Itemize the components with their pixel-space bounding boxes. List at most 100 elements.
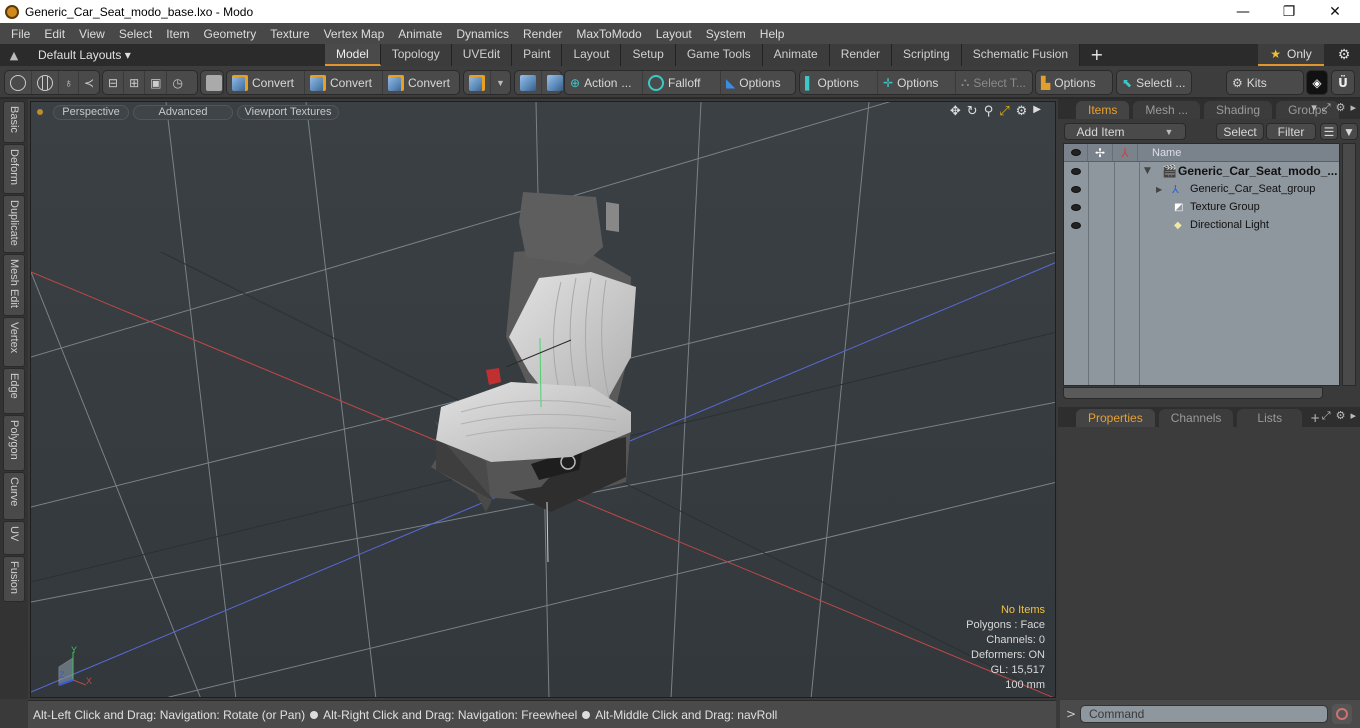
rotate-icon[interactable]: ↻ — [967, 104, 978, 119]
tab-render[interactable]: Render — [829, 44, 893, 66]
sidebar-tab-edge[interactable]: Edge — [3, 368, 25, 414]
close-button[interactable]: ✕ — [1312, 0, 1358, 23]
tab-scripting[interactable]: Scripting — [892, 44, 962, 66]
eye-icon[interactable] — [1071, 185, 1081, 193]
menu-edit[interactable]: Edit — [37, 27, 72, 41]
kits-button[interactable]: ⚙ Kits — [1227, 71, 1272, 94]
panel-arrow-icon[interactable]: ▸ — [1350, 101, 1356, 115]
pivot-mode-button[interactable]: ▣ — [145, 71, 168, 94]
tab-game-tools[interactable]: Game Tools — [675, 44, 763, 66]
name-column-header[interactable]: Name — [1138, 144, 1181, 161]
viewport-gear-icon[interactable]: ⚙ — [1016, 104, 1028, 119]
menu-maxtomodo[interactable]: MaxToModo — [569, 27, 648, 41]
convert-preset-button[interactable] — [464, 71, 491, 94]
panel-menu-icon[interactable]: ▾ — [1311, 101, 1317, 115]
menu-system[interactable]: System — [699, 27, 753, 41]
maximize-button[interactable]: ❐ — [1266, 0, 1312, 23]
panel-gear-icon[interactable]: ⚙ — [1336, 409, 1346, 423]
panel-arrow-icon[interactable]: ▸ — [1350, 409, 1356, 423]
tree-row-scene[interactable]: ▼ 🎬 Generic_Car_Seat_modo_... — [1064, 162, 1339, 180]
gear-icon[interactable]: ⚙ — [1330, 44, 1358, 66]
zoom-icon[interactable]: ⚲ — [984, 104, 994, 119]
convert-button-3[interactable]: Convert — [383, 71, 459, 94]
advanced-shading-button[interactable]: Advanced — [133, 104, 233, 120]
lock-column-icon[interactable]: ✢ — [1088, 144, 1113, 161]
sidebar-tab-deform[interactable]: Deform — [3, 144, 25, 194]
tab-schematic-fusion[interactable]: Schematic Fusion — [961, 44, 1081, 66]
sidebar-tab-polygon[interactable]: Polygon — [3, 415, 25, 471]
command-input[interactable]: Command — [1080, 705, 1328, 723]
action-center-button[interactable]: ⊕ Action... — [565, 71, 643, 94]
menu-layout[interactable]: Layout — [649, 27, 699, 41]
sidebar-tab-mesh-edit[interactable]: Mesh Edit — [3, 254, 25, 316]
workplane-button[interactable] — [515, 71, 542, 94]
vertices-mode-button[interactable] — [5, 71, 32, 94]
record-macro-button[interactable] — [1332, 704, 1352, 724]
options-button-3[interactable]: ✛ Options — [878, 71, 956, 94]
pen-mode-button[interactable]: ♁ — [59, 71, 79, 94]
add-tab-button[interactable]: + — [1310, 409, 1320, 427]
menu-texture[interactable]: Texture — [263, 27, 316, 41]
expand-triangle-icon[interactable]: ▶ — [1156, 185, 1162, 194]
menu-animate[interactable]: Animate — [391, 27, 449, 41]
tab-mesh[interactable]: Mesh ... — [1133, 101, 1201, 119]
tab-uvedit[interactable]: UVEdit — [451, 44, 513, 66]
expand-panel-icon[interactable]: ⤢ — [1322, 101, 1331, 115]
tree-row-light[interactable]: ◆ Directional Light — [1064, 216, 1339, 234]
perspective-button[interactable]: Perspective — [53, 104, 129, 120]
axis-column-icon[interactable]: ⅄ — [1113, 144, 1138, 161]
convert-button-1[interactable]: Convert — [227, 71, 305, 94]
collapse-up-icon[interactable]: ▲ — [0, 49, 28, 62]
unity-button[interactable]: ◈ — [1306, 70, 1328, 95]
default-layouts-dropdown[interactable]: Default Layouts ▾ — [38, 48, 131, 62]
tab-paint[interactable]: Paint — [512, 44, 563, 66]
items-mode-button[interactable]: ⊟ — [103, 71, 125, 94]
menu-file[interactable]: File — [4, 27, 37, 41]
center-mode-button[interactable]: ◷ — [167, 71, 187, 94]
viewport-menu-dot[interactable] — [37, 109, 43, 115]
menu-dynamics[interactable]: Dynamics — [449, 27, 516, 41]
tab-channels[interactable]: Channels — [1158, 409, 1234, 427]
filter-button[interactable]: Filter — [1266, 123, 1316, 140]
tab-items[interactable]: Items — [1076, 101, 1130, 119]
add-tab-button[interactable]: + — [1080, 44, 1113, 66]
funnel-filter-icon[interactable]: ▼ — [1340, 123, 1358, 140]
sidebar-tab-fusion[interactable]: Fusion — [3, 556, 25, 602]
sidebar-tab-curve[interactable]: Curve — [3, 472, 25, 520]
materials-mode-button[interactable]: ⊞ — [124, 71, 146, 94]
tree-row-texture[interactable]: ◩ Texture Group — [1064, 198, 1339, 216]
eye-icon[interactable] — [1071, 167, 1081, 175]
falloff-button[interactable]: Falloff — [643, 71, 721, 94]
list-options-icon[interactable]: ☰ — [1320, 123, 1338, 140]
menu-select[interactable]: Select — [112, 27, 159, 41]
maximize-viewport-icon[interactable]: ⤢ — [999, 104, 1009, 119]
tab-animate[interactable]: Animate — [762, 44, 830, 66]
add-item-button[interactable]: Add Item ▼ — [1064, 123, 1186, 140]
tree-row-group[interactable]: ▶ ⅄ Generic_Car_Seat_group — [1064, 180, 1339, 198]
menu-help[interactable]: Help — [753, 27, 792, 41]
collapse-triangle-icon[interactable]: ▼ — [1144, 166, 1151, 176]
options-button-1[interactable]: ◣ Options — [721, 71, 795, 94]
tab-model[interactable]: Model — [325, 44, 381, 66]
sidebar-tab-uv[interactable]: UV — [3, 521, 25, 555]
tab-topology[interactable]: Topology — [380, 44, 452, 66]
selection-sets-button[interactable]: ⬉ Selecti ... — [1117, 71, 1190, 94]
sidebar-tab-duplicate[interactable]: Duplicate — [3, 195, 25, 253]
only-toggle[interactable]: ★ Only — [1258, 44, 1324, 66]
expand-panel-icon[interactable]: ⤢ — [1322, 409, 1331, 423]
solid-cube-button[interactable] — [201, 71, 227, 94]
viewport-arrow-icon[interactable]: ▶ — [1033, 104, 1041, 119]
vertical-scrollbar[interactable] — [1342, 143, 1356, 386]
tab-properties[interactable]: Properties — [1076, 409, 1155, 427]
sidebar-tab-basic[interactable]: Basic — [3, 101, 25, 143]
pan-icon[interactable]: ✥ — [950, 104, 961, 119]
convert-button-2[interactable]: Convert — [305, 71, 383, 94]
chevron-down-icon[interactable]: ▼ — [491, 71, 510, 94]
polygon-mode-button[interactable]: ≺ — [79, 71, 99, 94]
menu-view[interactable]: View — [72, 27, 112, 41]
tab-lists[interactable]: Lists — [1237, 409, 1303, 427]
menu-render[interactable]: Render — [516, 27, 569, 41]
edges-mode-button[interactable] — [32, 71, 59, 94]
menu-item[interactable]: Item — [159, 27, 196, 41]
eye-icon[interactable] — [1071, 221, 1081, 229]
